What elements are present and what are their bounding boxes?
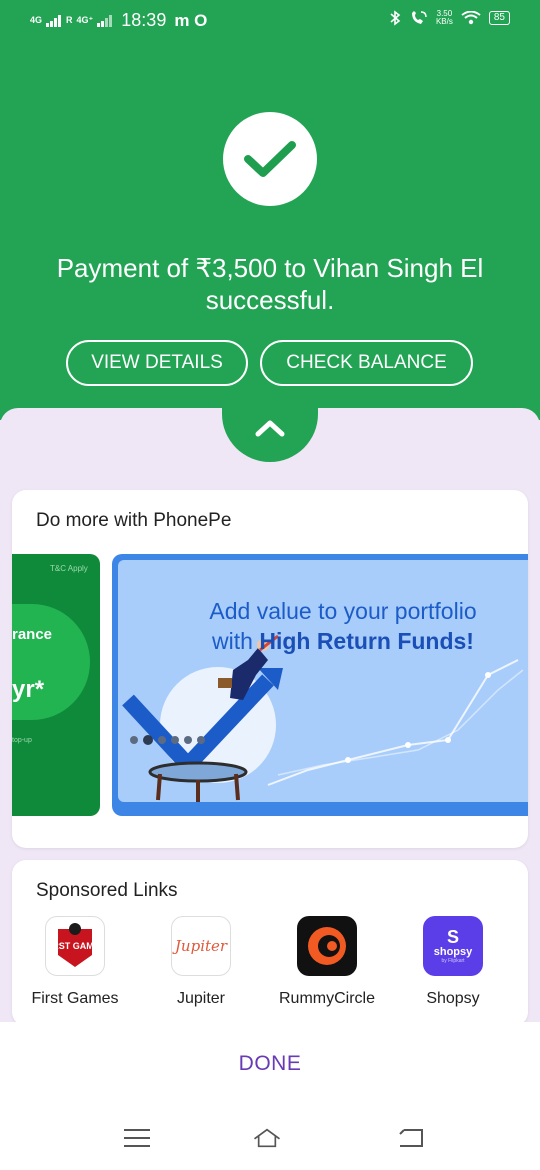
shopsy-logo-text: shopsy (433, 946, 473, 958)
jupiter-logo-text: Jupiter (174, 937, 228, 955)
carrier-icons: m O (174, 10, 208, 30)
banner-headline: Add value to your portfolio with High Re… (168, 596, 518, 656)
sponsored-item-shopsy[interactable]: S shopsy by Flipkart Shopsy (390, 916, 516, 1008)
tc-label: T&C Apply (50, 564, 88, 573)
sponsored-item-jupiter[interactable]: Jupiter Jupiter (138, 916, 264, 1008)
carousel-dot[interactable] (143, 735, 153, 745)
insurance-banner[interactable]: T&C Apply rance yr* top-up (12, 554, 100, 816)
shopsy-logo-sub: by Flipkart (441, 958, 465, 964)
insurance-banner-line2: yr* (12, 676, 45, 703)
do-more-card: Do more with PhonePe T&C Apply rance yr*… (12, 490, 528, 848)
sponsored-links-row: FIRST GAMES First Games Jupiter Jupiter … (12, 916, 528, 1008)
sponsored-links-title: Sponsored Links (36, 880, 178, 901)
carousel-indicator[interactable] (130, 735, 205, 745)
signal-icon (46, 14, 62, 27)
success-check-icon (223, 112, 317, 206)
sponsored-item-label: Jupiter (176, 990, 226, 1007)
payment-success-message: Payment of ₹3,500 to Vihan Singh El succ… (56, 253, 484, 315)
status-time: 18:39 (121, 10, 167, 30)
sponsored-item-label: RummyCircle (279, 990, 375, 1007)
banner-headline-bold: High Return Funds! (259, 628, 474, 654)
first-games-logo-text: FIRST GAMES (50, 941, 100, 951)
rummycircle-logo-icon (297, 916, 357, 976)
home-icon[interactable] (252, 1126, 282, 1150)
roaming-label: R (66, 15, 73, 25)
sponsored-item-first-games[interactable]: FIRST GAMES First Games (12, 916, 138, 1008)
sponsored-item-rummycircle[interactable]: RummyCircle (264, 916, 390, 1008)
carousel-dot[interactable] (197, 736, 205, 744)
carousel-dot[interactable] (158, 736, 166, 744)
back-icon[interactable] (396, 1126, 426, 1150)
wifi-icon (461, 11, 481, 25)
insurance-banner-line1: rance (12, 626, 53, 643)
network-1-label: 4G (30, 15, 43, 25)
status-bar: 4G R 4G⁺ 18:39 m O 3.50 KB/s 85 (0, 8, 540, 34)
do-more-title: Do more with PhonePe (36, 510, 232, 531)
jupiter-logo-icon: Jupiter (171, 916, 231, 976)
bottom-bar: DONE (0, 1022, 540, 1170)
network-indicator: 4G R 4G⁺ (30, 14, 113, 27)
menu-icon[interactable] (122, 1126, 152, 1150)
first-games-logo-icon: FIRST GAMES (45, 916, 105, 976)
wifi-calling-icon (411, 11, 427, 24)
view-details-button[interactable]: VIEW DETAILS (66, 340, 248, 386)
sponsored-item-label: Shopsy (426, 990, 480, 1007)
network-2-label: 4G⁺ (76, 15, 94, 25)
banner-headline-prefix: with (212, 628, 260, 654)
speed-unit: KB/s (435, 17, 453, 26)
shopsy-s-glyph: S (446, 927, 459, 947)
done-button[interactable]: DONE (0, 1052, 540, 1076)
high-return-funds-banner[interactable]: Add value to your portfolio with High Re… (112, 554, 528, 816)
carousel-dot[interactable] (184, 736, 192, 744)
payment-success-header: 4G R 4G⁺ 18:39 m O 3.50 KB/s 85 Payment … (0, 0, 540, 420)
shopsy-logo-icon: S shopsy by Flipkart (423, 916, 483, 976)
chevron-up-icon (255, 420, 285, 437)
banner-headline-line1: Add value to your portfolio (209, 598, 477, 624)
sponsored-item-label: First Games (31, 990, 119, 1007)
check-balance-button[interactable]: CHECK BALANCE (260, 340, 473, 386)
banner-inner: Add value to your portfolio with High Re… (118, 560, 528, 802)
network-speed: 3.50 KB/s (436, 10, 453, 26)
carousel-dot[interactable] (130, 736, 138, 744)
carousel-dot[interactable] (171, 736, 179, 744)
bluetooth-icon (390, 10, 401, 26)
sponsored-links-card: Sponsored Links FIRST GAMES First Games … (12, 860, 528, 1026)
insurance-banner-line3: top-up (12, 737, 32, 744)
banner-headline-line2: with High Return Funds! (168, 626, 518, 656)
battery-icon: 85 (488, 11, 510, 25)
signal-icon-2 (97, 14, 113, 27)
